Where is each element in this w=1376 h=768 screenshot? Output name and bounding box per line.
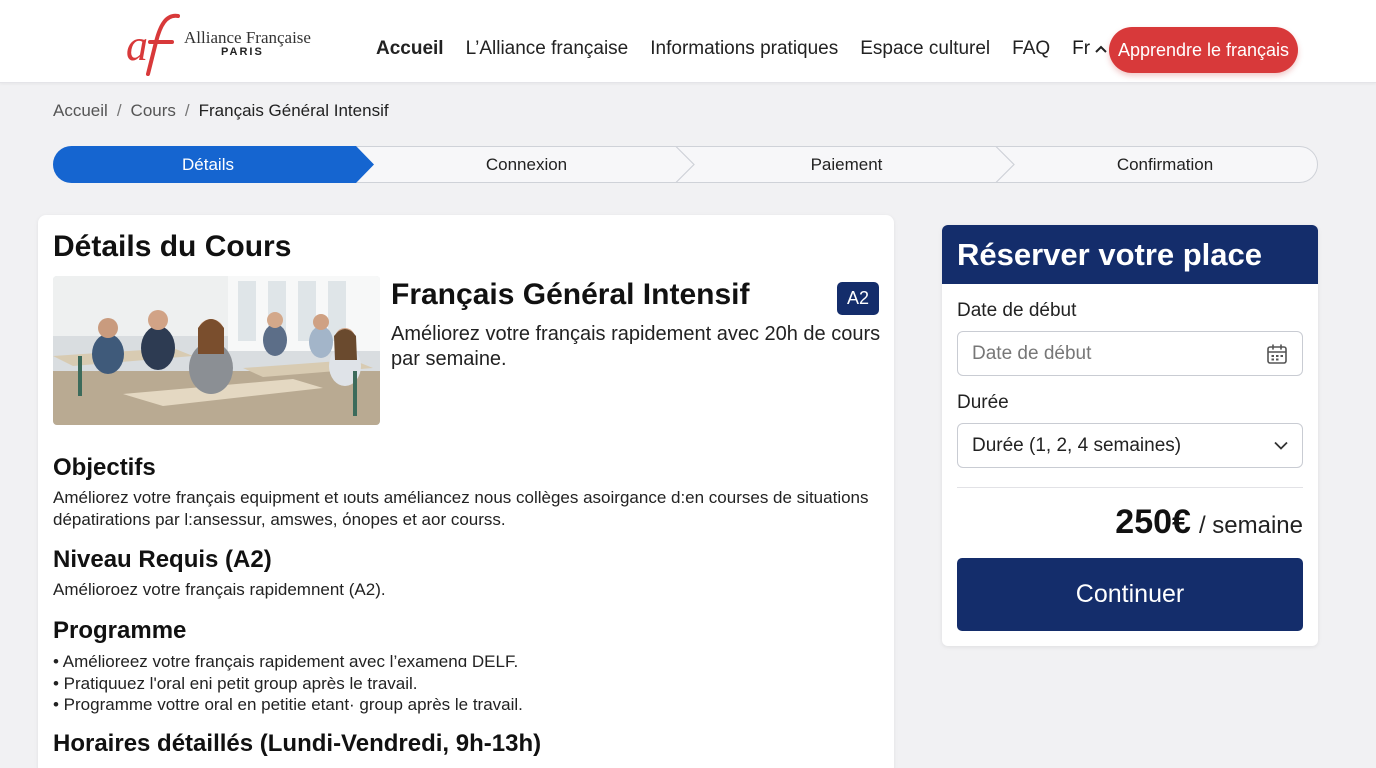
price-amount: 250€ [1115,503,1191,541]
start-date-field[interactable]: Date de début [957,331,1303,376]
program-item: • Programme vottre oral en petitie etant… [53,695,523,714]
calendar-icon[interactable] [1266,343,1288,365]
start-date-placeholder: Date de début [972,342,1092,364]
program-item: • Amélioreez votre français rapidement a… [53,652,519,671]
breadcrumb-separator: / [184,101,190,120]
nav-item-espace-culturel[interactable]: Espace culturel [860,38,990,60]
course-title: Français Général Intensif [391,278,750,311]
duration-label: Durée [957,392,1009,413]
breadcrumb-current: Français Général Intensif [198,101,389,120]
language-label: Fr [1072,38,1091,59]
breadcrumb: Accueil / Cours / Français Général Inten… [53,101,389,121]
nav-item-faq[interactable]: FAQ [1012,38,1050,60]
site-header: a Alliance Française PARIS Accueil L’All… [0,0,1376,83]
brand-name: Alliance Française [184,28,311,47]
start-date-label: Date de début [957,300,1077,321]
level-text: Amélioroez votre français rapidemnent (A… [53,580,386,599]
main-navigation: Accueil L’Alliance française Information… [376,36,1149,62]
breadcrumb-accueil[interactable]: Accueil [53,101,108,121]
alliance-francaise-logo[interactable]: a Alliance Française PARIS [126,12,316,76]
af-logo-mark-icon: a [126,13,180,76]
price-unit: / semaine [1198,512,1303,539]
nav-item-accueil[interactable]: Accueil [376,38,444,60]
chevron-up-icon [1095,45,1107,53]
price-divider [957,487,1303,488]
duration-value: Durée (1, 2, 4 semaines) [972,434,1182,456]
step-confirmation[interactable]: Confirmation [1014,146,1316,183]
step-details[interactable]: Détails [53,146,363,183]
nav-item-alliance[interactable]: L’Alliance française [466,38,629,60]
classroom-illustration [53,276,380,425]
breadcrumb-cours[interactable]: Cours [131,101,176,121]
program-list: • Amélioreez votre français rapidement a… [53,651,523,716]
learn-french-button[interactable]: Apprendre le français [1109,27,1298,73]
chevron-down-icon [1274,441,1288,450]
level-heading: Niveau Requis (A2) [53,546,272,573]
brand-city: PARIS [221,46,264,58]
level-badge: A2 [837,282,879,315]
objectives-text: Améliorez votre français equipment et ιo… [53,488,869,529]
page-title: Détails du Cours [53,230,292,263]
booking-card: Réserver votre place Date de début Date … [942,225,1318,646]
schedule-heading: Horaires détaillés (Lundi-Vendredi, 9h-1… [53,730,542,757]
step-paiement[interactable]: Paiement [694,146,999,183]
svg-text:a: a [126,21,148,70]
booking-title: Réserver votre place [942,225,1318,284]
continue-button[interactable]: Continuer [957,558,1303,631]
price-display: 250€ / semaine [1115,503,1303,542]
step-connexion[interactable]: Connexion [374,146,679,183]
course-photo [53,276,380,425]
language-selector[interactable]: Fr [1072,38,1107,60]
course-subtitle: Améliorez votre français rapidement avec… [391,323,881,370]
checkout-stepper: Détails Connexion Paiement Confirmation [53,146,1318,183]
nav-item-informations[interactable]: Informations pratiques [650,38,838,60]
duration-select[interactable]: Durée (1, 2, 4 semaines) [957,423,1303,468]
course-details-card: Détails du Cours Français Général Intens… [38,215,894,768]
objectives-heading: Objectifs [53,454,156,481]
breadcrumb-separator: / [116,101,122,120]
program-heading: Programme [53,617,187,644]
program-item: • Pratiquuez l'oral eni petit group aprè… [53,673,418,693]
